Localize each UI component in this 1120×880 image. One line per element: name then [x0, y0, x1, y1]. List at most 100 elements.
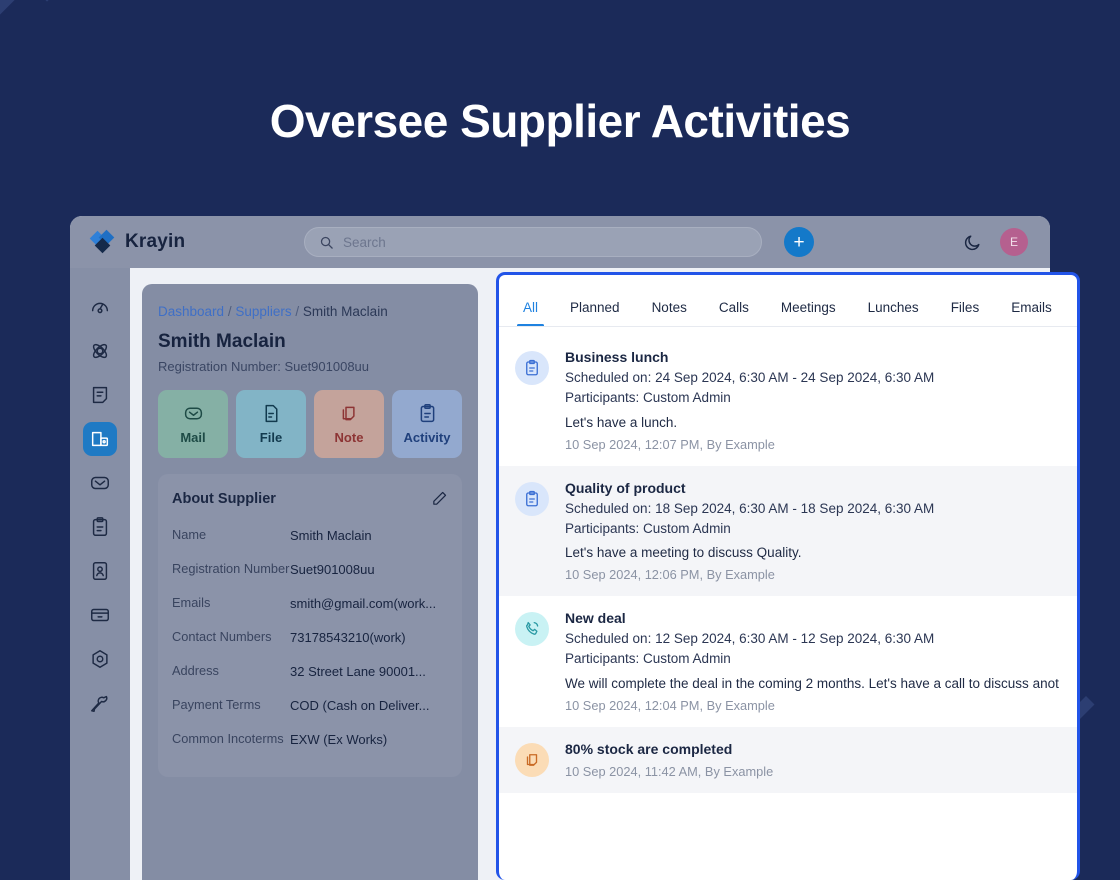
activity-item[interactable]: Quality of product Scheduled on: 18 Sep … [499, 465, 1077, 596]
note-icon [342, 406, 355, 421]
field-label: Emails [172, 595, 211, 610]
page-root: Oversee Supplier Activities Krayin Searc… [0, 0, 1120, 880]
brand-name: Krayin [125, 231, 186, 252]
sidebar-item-quotes[interactable] [83, 378, 117, 412]
activity-title: 80% stock are completed [565, 740, 733, 757]
field-value: Smith Maclain [290, 527, 372, 543]
tab-files[interactable]: Files [937, 300, 994, 326]
field-value: COD (Cash on Deliver... [290, 697, 430, 713]
activity-body: 80% stock are completed 10 Sep 2024, 11:… [565, 741, 1065, 779]
edit-pencil-icon[interactable] [431, 490, 448, 507]
about-supplier-card: About Supplier Name Smith Maclain Regist… [158, 474, 462, 777]
breadcrumb-dashboard[interactable]: Dashboard [158, 304, 224, 319]
activity-tabs: All Planned Notes Calls Meetings Lunches… [499, 275, 1077, 327]
breadcrumb-suppliers[interactable]: Suppliers [235, 304, 291, 319]
activity-body: Quality of product Scheduled on: 18 Sep … [565, 480, 1065, 583]
wrench-icon [91, 695, 108, 712]
tab-lunches[interactable]: Lunches [854, 300, 933, 326]
field-value: 32 Street Lane 90001... [290, 663, 426, 679]
brand[interactable]: Krayin [89, 229, 304, 254]
avatar[interactable]: E [1000, 228, 1028, 256]
moon-icon[interactable] [963, 233, 982, 252]
krayin-logo-icon [89, 229, 116, 254]
phone-call-icon [526, 621, 539, 635]
field-value: EXW (Ex Works) [290, 731, 388, 747]
activity-title: Quality of product [565, 479, 686, 496]
sidebar-item-settings[interactable] [83, 642, 117, 676]
activity-clipboard-icon [526, 490, 538, 506]
activity-schedule: Scheduled on: 24 Sep 2024, 6:30 AM - 24 … [565, 370, 935, 385]
tab-notes[interactable]: Notes [638, 300, 701, 326]
field-emails: Emails smith@gmail.com(work... [172, 589, 448, 617]
activity-participants: Participants: Custom Admin [565, 390, 731, 406]
activity-item[interactable]: New deal Scheduled on: 12 Sep 2024, 6:30… [499, 596, 1077, 727]
activity-type-icon-wrap [515, 351, 549, 385]
field-address: Address 32 Street Lane 90001... [172, 657, 448, 685]
sidebar-item-products[interactable] [83, 598, 117, 632]
supplier-box-icon [91, 431, 109, 447]
field-payment-terms: Payment Terms COD (Cash on Deliver... [172, 691, 448, 719]
sidebar-item-configuration[interactable] [83, 686, 117, 720]
activity-type-icon-wrap [515, 612, 549, 646]
activity-item[interactable]: Business lunch Scheduled on: 24 Sep 2024… [499, 335, 1077, 466]
mail-action-button[interactable]: Mail [158, 390, 228, 458]
registration-number-line: Registration Number: Suet901008uu [158, 359, 370, 374]
app-topbar: Krayin Search + E [70, 216, 1050, 268]
sidebar-item-mail[interactable] [83, 466, 117, 500]
mail-action-label: Mail [180, 430, 206, 445]
activity-body: New deal Scheduled on: 12 Sep 2024, 6:30… [565, 610, 1065, 713]
page-title: Oversee Supplier Activities [269, 95, 851, 147]
clipboard-icon [92, 517, 108, 536]
activity-list: Business lunch Scheduled on: 24 Sep 2024… [499, 327, 1077, 793]
activity-clipboard-icon [526, 359, 538, 376]
activity-participants: Participants: Custom Admin [565, 520, 731, 536]
activity-title: New deal [565, 610, 626, 626]
tab-changes[interactable]: Ch [1070, 300, 1077, 326]
note-icon [526, 753, 538, 766]
field-label: Payment Terms [172, 697, 261, 712]
field-label: Address [172, 663, 219, 678]
supplier-detail-column: Dashboard / Suppliers / Smith Maclain Sm… [130, 268, 494, 880]
note-action-button[interactable]: Note [314, 390, 384, 458]
tab-calls[interactable]: Calls [705, 300, 763, 326]
tab-emails[interactable]: Emails [997, 300, 1066, 326]
supplier-name: Smith Maclain [158, 331, 286, 352]
activity-timestamp: 10 Sep 2024, 12:04 PM, By Example [565, 697, 775, 713]
activity-clipboard-icon [420, 404, 434, 423]
mail-icon [91, 476, 109, 490]
tab-planned[interactable]: Planned [556, 300, 634, 326]
activity-schedule: Scheduled on: 12 Sep 2024, 6:30 AM - 12 … [565, 631, 935, 646]
product-box-icon [91, 608, 109, 622]
activity-item[interactable]: 80% stock are completed 10 Sep 2024, 11:… [499, 726, 1077, 793]
activity-participants: Participants: Custom Admin [565, 651, 731, 667]
activity-timestamp: 10 Sep 2024, 11:42 AM, By Example [565, 763, 774, 779]
gauge-icon [91, 302, 109, 314]
activity-title: Business lunch [565, 349, 669, 365]
quick-action-row: Mail File Note Activity [158, 390, 462, 458]
mail-icon [184, 407, 202, 420]
field-label: Common Incoterms [172, 731, 284, 746]
field-common-incoterms: Common Incoterms EXW (Ex Works) [172, 725, 448, 753]
activity-description: We will complete the deal in the coming … [565, 675, 1059, 691]
search-input[interactable]: Search [304, 227, 762, 257]
field-label: Name [172, 527, 207, 542]
about-supplier-title: About Supplier [172, 490, 276, 507]
sidebar-item-suppliers[interactable] [83, 422, 117, 456]
breadcrumb-current: Smith Maclain [302, 304, 388, 319]
file-action-button[interactable]: File [236, 390, 306, 458]
tab-all[interactable]: All [509, 300, 552, 326]
field-label: Registration Number [172, 561, 290, 576]
supplier-detail-card: Dashboard / Suppliers / Smith Maclain Sm… [142, 284, 478, 880]
activity-type-icon-wrap [515, 481, 549, 516]
sidebar-item-contacts[interactable] [83, 554, 117, 588]
activity-action-button[interactable]: Activity [392, 390, 462, 458]
sidebar-item-dashboard[interactable] [83, 290, 117, 324]
sidebar-item-activities[interactable] [83, 510, 117, 544]
field-registration-number: Registration Number Suet901008uu [172, 555, 448, 583]
add-button[interactable]: + [784, 227, 814, 257]
field-name: Name Smith Maclain [172, 521, 448, 549]
tab-meetings[interactable]: Meetings [767, 300, 850, 326]
sidebar-item-leads[interactable] [83, 334, 117, 368]
field-label: Contact Numbers [172, 629, 272, 644]
contact-book-icon [92, 562, 108, 580]
